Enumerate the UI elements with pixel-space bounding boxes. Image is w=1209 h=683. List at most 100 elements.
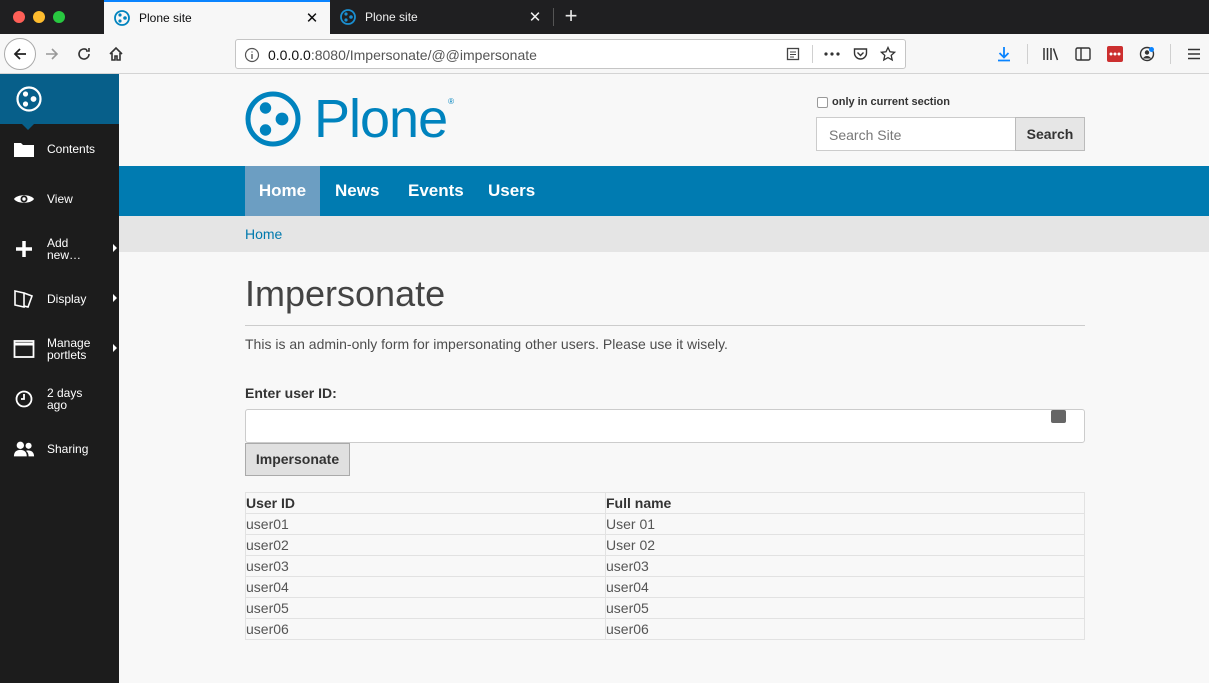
nav-item-users[interactable]: Users [488,166,535,216]
bookmark-star-icon[interactable] [879,45,897,63]
user-id-label: Enter user ID: [245,385,337,401]
eye-icon [13,188,35,210]
plone-toolbar: Contents View Add new… Display Manage po… [0,74,119,683]
new-tab-button[interactable]: + [561,3,581,31]
hamburger-menu-icon[interactable] [1185,45,1203,63]
user-id-cell: user05 [245,597,606,619]
toolbar-item-label: 2 days ago [47,386,83,412]
display-icon [13,288,35,310]
users-icon [13,438,35,460]
url-actions [784,45,897,63]
full-name-cell: User 02 [605,534,1085,556]
home-button[interactable] [102,40,130,68]
toolbar-item-add-new[interactable]: Add new… [0,224,119,274]
page-title: Impersonate [245,273,1085,326]
toolbar-item-label: Contents [47,142,96,156]
table-row[interactable]: user05 user05 [245,597,1085,619]
browser-toolbar-right [995,44,1203,64]
full-name-cell: User 01 [605,513,1085,535]
reload-icon [78,48,90,60]
toolbar-item-sharing[interactable]: Sharing [0,424,119,474]
tab-title: Plone site [139,11,192,25]
plus-icon [13,238,35,260]
reload-button[interactable] [70,40,98,68]
user-id-cell: user03 [245,555,606,577]
nav-item-home[interactable]: Home [245,166,320,216]
url-divider [812,45,813,63]
plone-logo-icon [16,86,42,112]
impersonate-button[interactable]: Impersonate [245,443,350,476]
library-icon[interactable] [1042,45,1060,63]
extension-lastpass-icon[interactable] [1106,45,1124,63]
toolbar-item-manage-portlets[interactable]: Manage portlets [0,324,119,374]
full-name-cell: user04 [605,576,1085,598]
site-logo[interactable]: Plone ® [245,88,454,150]
window-icon [13,338,35,360]
close-tab-icon[interactable]: ✕ [527,8,543,26]
password-manager-icon[interactable] [1051,410,1066,423]
nav-item-events[interactable]: Events [408,166,464,216]
forward-button[interactable] [38,40,66,68]
browser-tab-inactive[interactable]: Plone site ✕ [330,0,553,34]
downloads-icon[interactable] [995,45,1013,63]
account-icon[interactable] [1138,45,1156,63]
close-tab-icon[interactable]: ✕ [304,9,320,27]
main-navigation: Home News Events Users [119,166,1209,216]
arrow-left-icon [13,48,26,60]
folder-icon [13,138,35,160]
url-text[interactable]: 0.0.0.0:8080/Impersonate/@@impersonate [268,47,537,63]
nav-item-news[interactable]: News [335,166,379,216]
sidebar-icon[interactable] [1074,45,1092,63]
search-button[interactable]: Search [1015,117,1085,151]
pocket-icon[interactable] [851,45,869,63]
logo-registered-mark: ® [448,96,455,106]
current-section-filter[interactable]: only in current section [817,96,950,108]
table-row[interactable]: user01 User 01 [245,513,1085,535]
user-id-cell: user06 [245,618,606,640]
toolbar-divider [1027,44,1028,64]
table-row[interactable]: user06 user06 [245,618,1085,640]
toolbar-item-label: Sharing [47,442,89,456]
logo-text: Plone [314,89,448,149]
toolbar-item-view[interactable]: View [0,174,119,224]
clock-icon [13,388,35,410]
toolbar-logo-button[interactable] [0,74,119,130]
page-description: This is an admin-only form for impersona… [245,336,728,352]
table-row[interactable]: user02 User 02 [245,534,1085,556]
tab-divider [553,8,554,26]
search-placeholder: Search Site [829,127,902,143]
table-row[interactable]: user04 user04 [245,576,1085,598]
zoom-window-button[interactable] [53,11,65,23]
section-filter-checkbox[interactable] [817,96,828,108]
reader-view-icon[interactable] [784,45,802,63]
browser-tab-bar: Plone site ✕ Plone site ✕ + [0,0,1209,34]
browser-nav-bar: 0.0.0.0:8080/Impersonate/@@impersonate [0,34,1209,74]
toolbar-item-display[interactable]: Display [0,274,119,324]
breadcrumb: Home [119,216,1209,252]
breadcrumb-home-link[interactable]: Home [245,226,282,242]
toolbar-item-contents[interactable]: Contents [0,124,119,174]
plone-favicon-icon [340,9,356,25]
table-header-row: User ID Full name [245,492,1085,514]
browser-tab-active[interactable]: Plone site ✕ [104,0,330,34]
submenu-arrow-icon [113,244,117,252]
table-row[interactable]: user03 user03 [245,555,1085,577]
search-input[interactable]: Search Site [816,117,1016,151]
arrow-right-icon [46,48,59,60]
full-name-cell: user05 [605,597,1085,619]
more-actions-icon[interactable] [823,45,841,63]
close-window-button[interactable] [13,11,25,23]
back-button[interactable] [4,38,36,70]
toolbar-item-history[interactable]: 2 days ago [0,374,119,424]
toolbar-divider [1170,44,1171,64]
full-name-cell: user06 [605,618,1085,640]
url-path: :8080/Impersonate/@@impersonate [310,47,537,63]
column-header-full-name: Full name [605,492,1085,514]
info-icon[interactable] [244,47,260,63]
user-id-input[interactable] [245,409,1085,443]
full-name-cell: user03 [605,555,1085,577]
minimize-window-button[interactable] [33,11,45,23]
address-bar[interactable]: 0.0.0.0:8080/Impersonate/@@impersonate [235,39,906,69]
toolbar-item-label: Manage portlets [47,336,91,362]
plone-logo-mark-icon [245,91,301,147]
